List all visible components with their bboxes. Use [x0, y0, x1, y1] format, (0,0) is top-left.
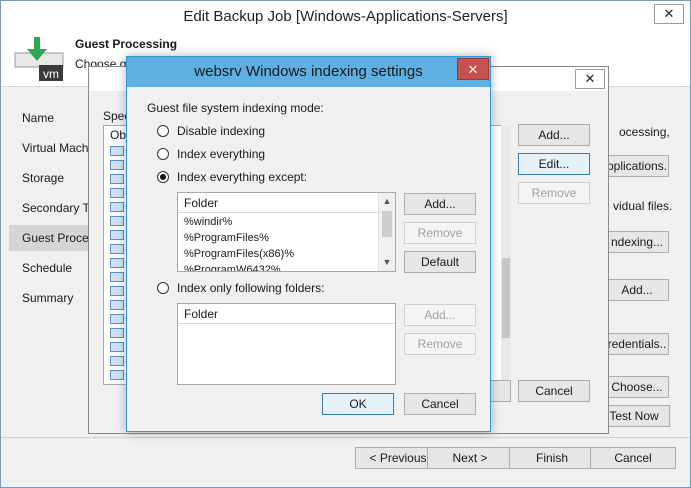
radio-except-label: Index everything except:: [177, 170, 308, 184]
vm-icon: [110, 370, 124, 380]
nav-item-virtual-machines[interactable]: Virtual Mach: [9, 135, 95, 161]
vm-icon: [110, 230, 124, 240]
vm-icon: [110, 202, 124, 212]
vm-icon: [110, 160, 124, 170]
bg-edit-button[interactable]: Edit...: [518, 153, 590, 175]
except-default-button[interactable]: Default: [404, 251, 476, 273]
vm-icon: [110, 146, 124, 156]
vm-icon: [110, 272, 124, 282]
objects-list-scrollbar[interactable]: [501, 125, 511, 385]
vm-icon: [110, 314, 124, 324]
scroll-down-arrow-icon[interactable]: ▼: [379, 254, 395, 270]
vm-icon: [110, 188, 124, 198]
list-item[interactable]: %windir%: [184, 214, 232, 230]
scroll-thumb[interactable]: [382, 211, 392, 237]
only-folders-list[interactable]: Folder: [177, 303, 396, 385]
radio-button-icon[interactable]: [157, 171, 169, 183]
vm-icon: [110, 258, 124, 268]
vm-icon: [110, 328, 124, 338]
vm-icon: [110, 286, 124, 296]
only-add-button: Add...: [404, 304, 476, 326]
objects-list-scroll-thumb[interactable]: [502, 258, 510, 338]
only-remove-button: Remove: [404, 333, 476, 355]
nav-item-schedule[interactable]: Schedule: [9, 255, 95, 281]
header-title: Guest Processing: [75, 37, 178, 51]
indexing-mode-label: Guest file system indexing mode:: [147, 101, 324, 115]
scroll-up-arrow-icon[interactable]: ▲: [379, 193, 395, 209]
radio-disable-label: Disable indexing: [177, 124, 266, 138]
credentials-button[interactable]: redentials..: [605, 333, 669, 355]
right-text-processing: ocessing,: [619, 125, 670, 139]
except-remove-button: Remove: [404, 222, 476, 244]
radio-everything-label: Index everything: [177, 147, 266, 161]
nav-item-summary[interactable]: Summary: [9, 285, 95, 311]
radio-only-label: Index only following folders:: [177, 281, 325, 295]
radio-button-icon[interactable]: [157, 282, 169, 294]
choose-button[interactable]: Choose...: [605, 376, 669, 398]
nav-item-guest-processing[interactable]: Guest Proce: [9, 225, 95, 251]
dialog-cancel-button[interactable]: Cancel: [404, 393, 476, 415]
vm-icon: [110, 216, 124, 226]
indexing-button[interactable]: ndexing...: [605, 231, 669, 253]
bg-add-button[interactable]: Add...: [518, 124, 590, 146]
indexing-settings-dialog: websrv Windows indexing settings ✕ Guest…: [126, 56, 491, 432]
vm-icon: [110, 174, 124, 184]
bg-remove-button: Remove: [518, 182, 590, 204]
dialog-close-button[interactable]: ✕: [457, 58, 489, 80]
footer-divider: [1, 437, 690, 438]
next-button[interactable]: Next >: [427, 447, 513, 469]
svg-text:vm: vm: [43, 67, 59, 81]
radio-button-icon[interactable]: [157, 125, 169, 137]
except-list-scrollbar[interactable]: ▲ ▼: [378, 193, 395, 271]
finish-button[interactable]: Finish: [509, 447, 595, 469]
bg-dialog-close-button[interactable]: ✕: [575, 69, 605, 89]
cancel-button[interactable]: Cancel: [590, 447, 676, 469]
nav-item-storage[interactable]: Storage: [9, 165, 95, 191]
applications-button[interactable]: pplications.: [605, 155, 669, 177]
except-folders-list[interactable]: Folder %windir% %ProgramFiles% %ProgramF…: [177, 192, 396, 272]
except-list-header: Folder: [178, 193, 379, 213]
except-add-button[interactable]: Add...: [404, 193, 476, 215]
list-item[interactable]: %ProgramW6432%: [184, 262, 281, 271]
right-text-files: vidual files.: [613, 199, 673, 213]
list-item[interactable]: %ProgramFiles(x86)%: [184, 246, 294, 262]
main-close-button[interactable]: ✕: [654, 4, 684, 24]
vm-icon: [110, 300, 124, 310]
nav-item-secondary-target[interactable]: Secondary T: [9, 195, 95, 221]
veeam-logo-icon: vm: [13, 35, 65, 83]
vm-icon: [110, 356, 124, 366]
add-credentials-button[interactable]: Add...: [605, 279, 669, 301]
dialog-title: websrv Windows indexing settings: [127, 57, 490, 87]
radio-button-icon[interactable]: [157, 148, 169, 160]
vm-icon: [110, 244, 124, 254]
nav-item-name[interactable]: Name: [9, 105, 95, 131]
vm-icon: [110, 342, 124, 352]
list-item[interactable]: %ProgramFiles%: [184, 230, 269, 246]
only-list-header: Folder: [178, 304, 395, 324]
bg-cancel-button[interactable]: Cancel: [518, 380, 590, 402]
main-title: Edit Backup Job [Windows-Applications-Se…: [1, 1, 690, 33]
ok-button[interactable]: OK: [322, 393, 394, 415]
